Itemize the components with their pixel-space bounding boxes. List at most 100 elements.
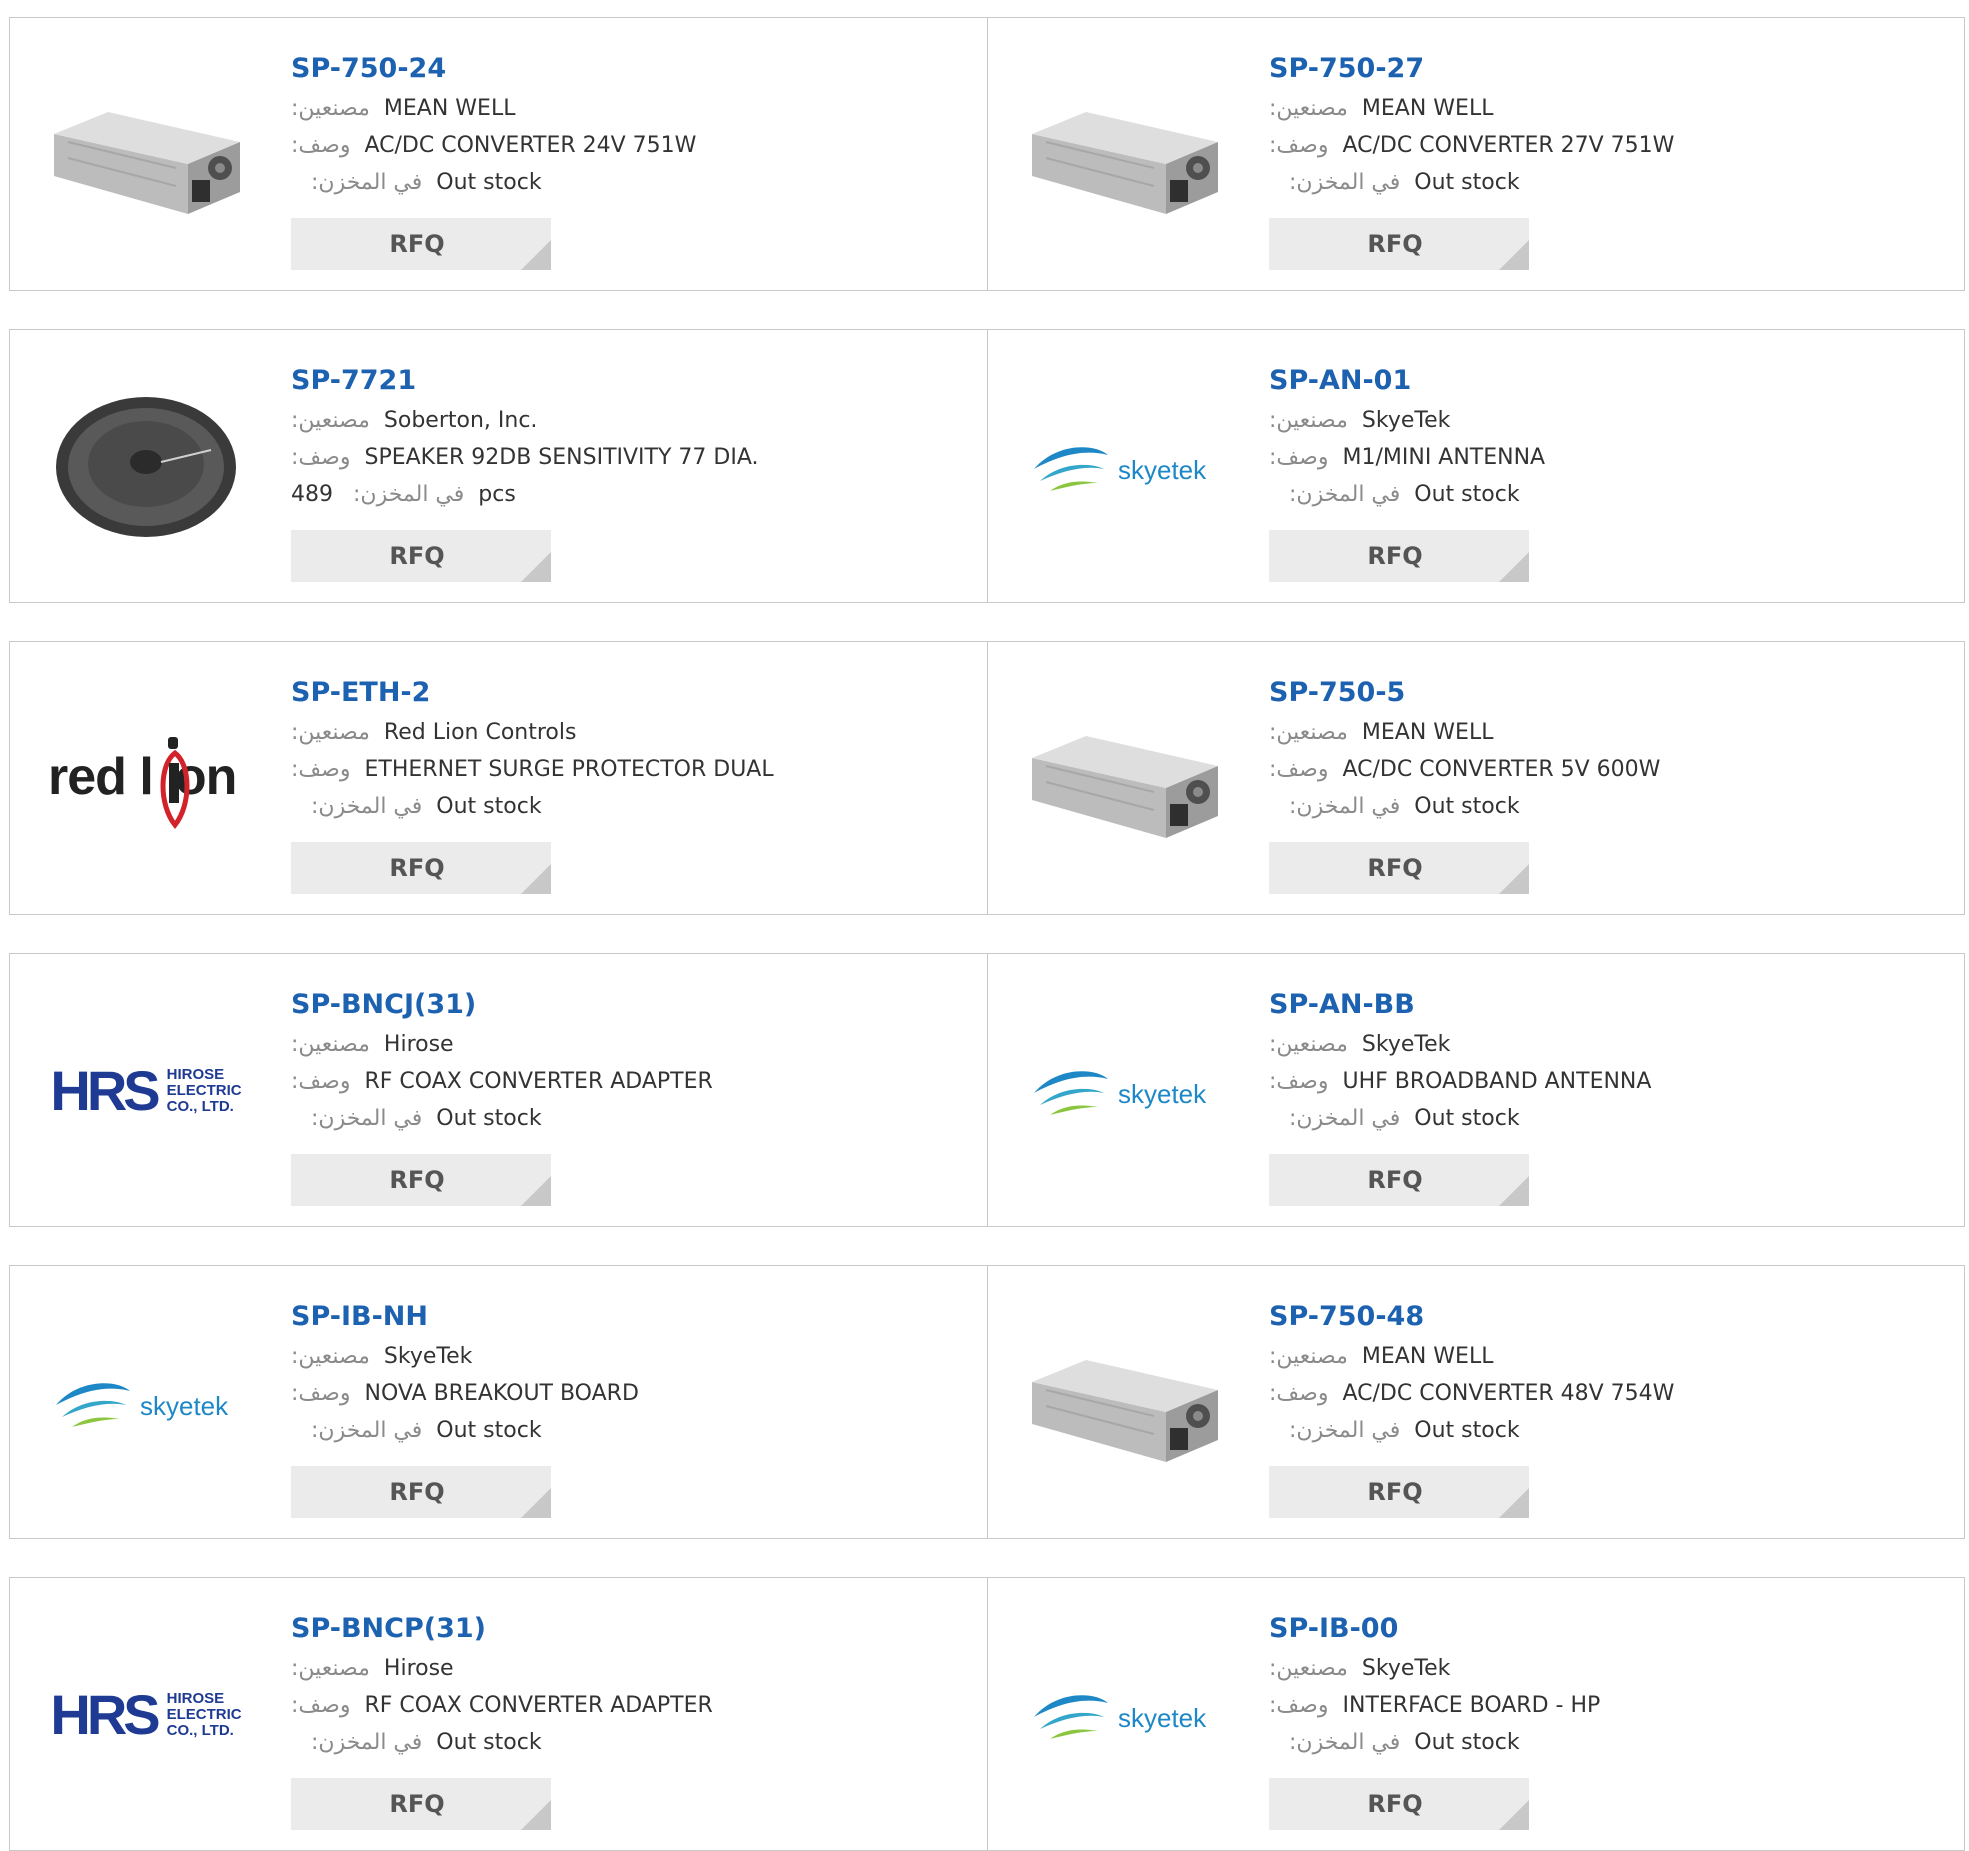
product-thumbnail[interactable] xyxy=(1024,694,1224,864)
rfq-button[interactable]: RFQ xyxy=(291,1466,551,1518)
rfq-label: RFQ xyxy=(1367,1790,1423,1818)
rfq-label: RFQ xyxy=(1367,1166,1423,1194)
part-number-link[interactable]: SP-AN-01 xyxy=(1269,360,1944,402)
description-label: وصف: xyxy=(1269,133,1329,158)
hirose-logo-text: HIROSE ELECTRIC CO., LTD. xyxy=(166,1066,242,1115)
stock-label: في المخزن: xyxy=(311,1730,423,1755)
stock-value: Out stock xyxy=(1414,1418,1520,1443)
rfq-label: RFQ xyxy=(389,230,445,258)
description-label: وصف: xyxy=(1269,1069,1329,1094)
rfq-button[interactable]: RFQ xyxy=(1269,1154,1529,1206)
rfq-button[interactable]: RFQ xyxy=(291,1154,551,1206)
stock-label: في المخزن: xyxy=(311,170,423,195)
product-row: HRS HIROSE ELECTRIC CO., LTD. SP-BNCP(31) م… xyxy=(9,1577,1965,1851)
product-row: SP-750-24 مصنعين: MEAN WELL وصف: AC/DC C… xyxy=(9,17,1965,291)
rfq-button[interactable]: RFQ xyxy=(291,530,551,582)
stock-label: في المخزن: xyxy=(1289,1730,1401,1755)
description-value: AC/DC CONVERTER 48V 754W xyxy=(1342,1381,1675,1406)
part-number-link[interactable]: SP-750-27 xyxy=(1269,48,1944,90)
description-label: وصف: xyxy=(291,1381,351,1406)
rfq-button[interactable]: RFQ xyxy=(1269,1466,1529,1518)
product-card: SP-750-24 مصنعين: MEAN WELL وصف: AC/DC C… xyxy=(10,18,987,290)
manufacturer-label: مصنعين: xyxy=(1269,1032,1348,1057)
stock-label: في المخزن: xyxy=(1289,794,1401,819)
product-thumbnail[interactable]: red l on xyxy=(46,694,246,864)
manufacturer-value: SkyeTek xyxy=(1361,1032,1451,1057)
description-value: SPEAKER 92DB SENSITIVITY 77 DIA. xyxy=(364,445,759,470)
button-corner xyxy=(1499,1800,1529,1830)
description-line: وصف: AC/DC CONVERTER 24V 751W xyxy=(291,127,967,164)
rfq-button[interactable]: RFQ xyxy=(291,1778,551,1830)
skyetek-logo-text: skyetek xyxy=(140,1391,229,1421)
part-number-link[interactable]: SP-7721 xyxy=(291,360,967,402)
part-number-link[interactable]: SP-AN-BB xyxy=(1269,984,1944,1026)
product-thumbnail[interactable] xyxy=(1024,70,1224,240)
part-number-link[interactable]: SP-ETH-2 xyxy=(291,672,967,714)
power-supply-image xyxy=(1032,736,1218,838)
product-thumbnail[interactable]: HRS HIROSE ELECTRIC CO., LTD. xyxy=(46,1630,246,1800)
product-info: SP-AN-BB مصنعين: SkyeTek وصف: UHF BROADB… xyxy=(1269,984,1944,1137)
rfq-label: RFQ xyxy=(389,1166,445,1194)
stock-line: في المخزن: Out stock xyxy=(1269,1724,1944,1761)
rfq-label: RFQ xyxy=(1367,230,1423,258)
part-number-link[interactable]: SP-IB-00 xyxy=(1269,1608,1944,1650)
rfq-label: RFQ xyxy=(1367,854,1423,882)
stock-label: في المخزن: xyxy=(1289,170,1401,195)
button-corner xyxy=(521,864,551,894)
rfq-button[interactable]: RFQ xyxy=(1269,842,1529,894)
rfq-button[interactable]: RFQ xyxy=(291,218,551,270)
product-thumbnail[interactable]: skyetek xyxy=(1024,382,1224,552)
product-info: SP-IB-00 مصنعين: SkyeTek وصف: INTERFACE … xyxy=(1269,1608,1944,1761)
hirose-logo: HRS HIROSE ELECTRIC CO., LTD. xyxy=(50,1687,241,1743)
product-thumbnail[interactable] xyxy=(46,382,246,552)
description-line: وصف: AC/DC CONVERTER 5V 600W xyxy=(1269,751,1944,788)
rfq-button[interactable]: RFQ xyxy=(291,842,551,894)
product-thumbnail[interactable]: HRS HIROSE ELECTRIC CO., LTD. xyxy=(46,1006,246,1176)
manufacturer-value: Soberton, Inc. xyxy=(383,408,538,433)
product-info: SP-750-27 مصنعين: MEAN WELL وصف: AC/DC C… xyxy=(1269,48,1944,201)
rfq-button[interactable]: RFQ xyxy=(1269,1778,1529,1830)
product-thumbnail[interactable]: skyetek xyxy=(1024,1006,1224,1176)
manufacturer-line: مصنعين: MEAN WELL xyxy=(1269,1338,1944,1375)
manufacturer-value: Hirose xyxy=(383,1032,454,1057)
description-label: وصف: xyxy=(1269,757,1329,782)
description-line: وصف: RF COAX CONVERTER ADAPTER xyxy=(291,1687,967,1724)
stock-line: في المخزن: Out stock xyxy=(291,1412,967,1449)
stock-value: Out stock xyxy=(1414,1730,1520,1755)
button-corner xyxy=(1499,1488,1529,1518)
power-supply-image xyxy=(54,112,240,214)
part-number-link[interactable]: SP-750-48 xyxy=(1269,1296,1944,1338)
product-info: SP-750-24 مصنعين: MEAN WELL وصف: AC/DC C… xyxy=(291,48,967,201)
product-thumbnail[interactable]: skyetek xyxy=(1024,1630,1224,1800)
description-line: وصف: AC/DC CONVERTER 27V 751W xyxy=(1269,127,1944,164)
manufacturer-value: MEAN WELL xyxy=(383,96,516,121)
description-value: AC/DC CONVERTER 24V 751W xyxy=(364,133,697,158)
manufacturer-value: SkyeTek xyxy=(383,1344,473,1369)
product-thumbnail[interactable]: skyetek xyxy=(46,1318,246,1488)
skyetek-logo-text: skyetek xyxy=(1118,1703,1207,1733)
product-thumbnail[interactable] xyxy=(46,70,246,240)
description-value: NOVA BREAKOUT BOARD xyxy=(364,1381,639,1406)
rfq-button[interactable]: RFQ xyxy=(1269,218,1529,270)
redlion-logo-text: red l on xyxy=(48,748,237,806)
part-number-link[interactable]: SP-750-5 xyxy=(1269,672,1944,714)
product-card: skyetek SP-AN-01 مصنعين: SkyeTek وصف: M1… xyxy=(987,330,1964,602)
part-number-link[interactable]: SP-BNCP(31) xyxy=(291,1608,967,1650)
manufacturer-line: مصنعين: MEAN WELL xyxy=(1269,714,1944,751)
manufacturer-label: مصنعين: xyxy=(291,96,370,121)
part-number-link[interactable]: SP-IB-NH xyxy=(291,1296,967,1338)
product-thumbnail[interactable] xyxy=(1024,1318,1224,1488)
rfq-button[interactable]: RFQ xyxy=(1269,530,1529,582)
description-line: وصف: SPEAKER 92DB SENSITIVITY 77 DIA. xyxy=(291,439,967,476)
description-line: وصف: M1/MINI ANTENNA xyxy=(1269,439,1944,476)
button-corner xyxy=(521,240,551,270)
stock-value: Out stock xyxy=(1414,794,1520,819)
stock-line: في المخزن: Out stock xyxy=(1269,788,1944,825)
product-row: HRS HIROSE ELECTRIC CO., LTD. SP-BNCJ(31) م… xyxy=(9,953,1965,1227)
part-number-link[interactable]: SP-750-24 xyxy=(291,48,967,90)
rfq-label: RFQ xyxy=(389,542,445,570)
stock-label: في المخزن: xyxy=(353,482,465,507)
manufacturer-line: مصنعين: SkyeTek xyxy=(291,1338,967,1375)
part-number-link[interactable]: SP-BNCJ(31) xyxy=(291,984,967,1026)
manufacturer-label: مصنعين: xyxy=(1269,1344,1348,1369)
